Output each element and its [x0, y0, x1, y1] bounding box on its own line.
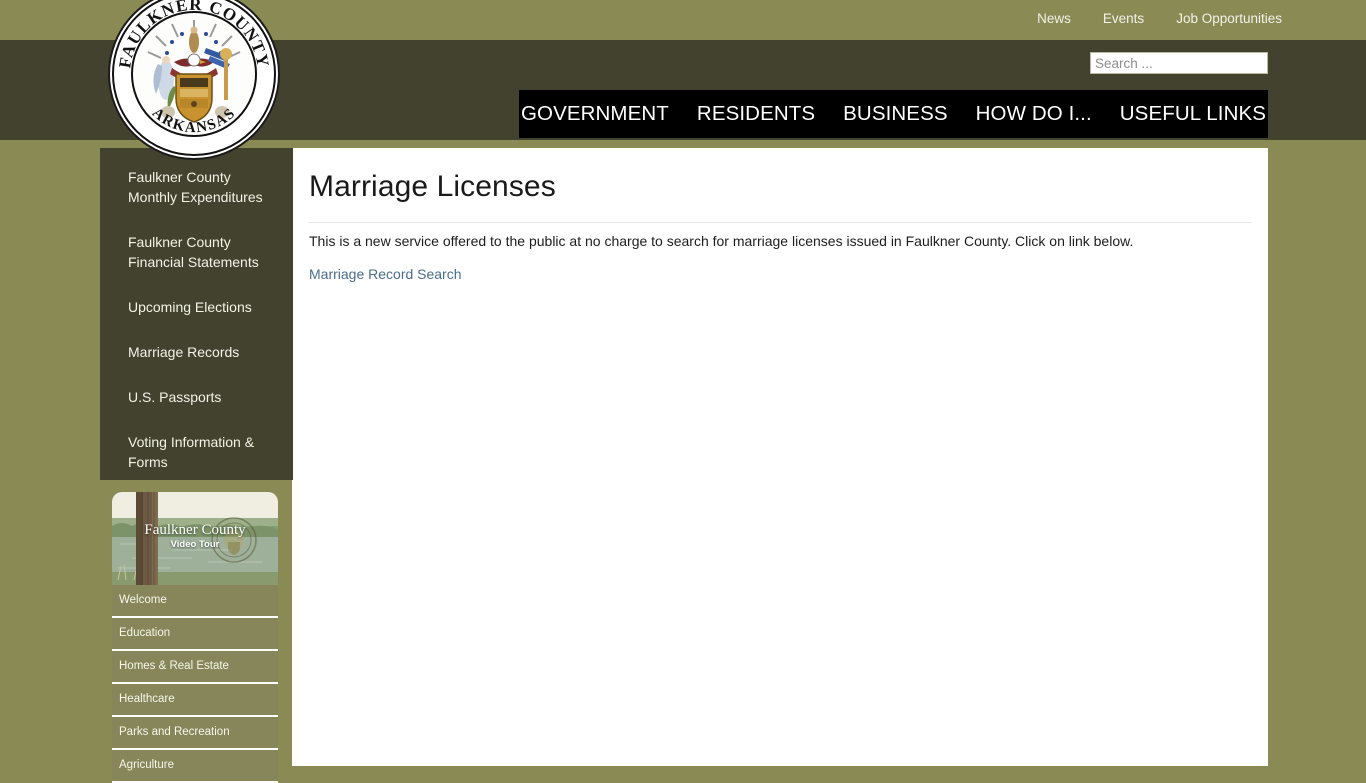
sidebar-link-us-passports[interactable]: U.S. Passports	[100, 382, 293, 412]
sidebar-link-upcoming-elections[interactable]: Upcoming Elections	[100, 292, 293, 322]
video-tour-link-parks-recreation[interactable]: Parks and Recreation	[112, 717, 278, 748]
county-seal-icon: FAULKNER COUNTY ARKANSAS	[111, 0, 277, 157]
sidebar-item-voting-information[interactable]: Voting Information & Forms	[100, 427, 293, 477]
video-tour-item-homes-real-estate[interactable]: Homes & Real Estate	[112, 651, 278, 684]
nav-item-business[interactable]: BUSINESS	[829, 102, 961, 126]
video-tour-link-agriculture[interactable]: Agriculture	[112, 750, 278, 781]
video-tour-link-welcome[interactable]: Welcome	[112, 585, 278, 616]
video-tour-list: Welcome Education Homes & Real Estate He…	[112, 585, 278, 783]
sidebar-item-us-passports[interactable]: U.S. Passports	[100, 382, 293, 412]
nav-item-government[interactable]: GOVERNMENT	[507, 102, 683, 126]
video-tour-widget: Faulkner County Video Tour Welcome Educa…	[112, 492, 278, 783]
search-box	[1090, 52, 1268, 74]
video-tour-item-healthcare[interactable]: Healthcare	[112, 684, 278, 717]
main-navigation: GOVERNMENT RESIDENTS BUSINESS HOW DO I..…	[519, 90, 1268, 138]
video-tour-banner-title: Faulkner County	[144, 522, 246, 538]
video-tour-item-parks-recreation[interactable]: Parks and Recreation	[112, 717, 278, 750]
sidebar-item-marriage-records[interactable]: Marriage Records	[100, 337, 293, 367]
page-title: Marriage Licenses	[309, 170, 556, 203]
sidebar-item-monthly-expenditures[interactable]: Faulkner County Monthly Expenditures	[100, 162, 293, 212]
video-tour-item-agriculture[interactable]: Agriculture	[112, 750, 278, 783]
video-tour-link-healthcare[interactable]: Healthcare	[112, 684, 278, 715]
video-tour-link-education[interactable]: Education	[112, 618, 278, 649]
topbar-link-news[interactable]: News	[1037, 11, 1071, 26]
sidebar-menu: Faulkner County Monthly Expenditures Fau…	[100, 148, 293, 477]
video-tour-link-homes-real-estate[interactable]: Homes & Real Estate	[112, 651, 278, 682]
sidebar-link-marriage-records[interactable]: Marriage Records	[100, 337, 293, 367]
topbar-link-events[interactable]: Events	[1103, 11, 1144, 26]
video-tour-item-education[interactable]: Education	[112, 618, 278, 651]
intro-paragraph: This is a new service offered to the pub…	[309, 233, 1134, 249]
sidebar-link-financial-statements[interactable]: Faulkner County Financial Statements	[100, 227, 293, 277]
sidebar-item-upcoming-elections[interactable]: Upcoming Elections	[100, 292, 293, 322]
topbar-link-job-opportunities[interactable]: Job Opportunities	[1176, 11, 1282, 26]
video-tour-item-welcome[interactable]: Welcome	[112, 585, 278, 618]
top-utility-links: News Events Job Opportunities	[1037, 11, 1282, 26]
sidebar-item-financial-statements[interactable]: Faulkner County Financial Statements	[100, 227, 293, 277]
marriage-record-search-link[interactable]: Marriage Record Search	[309, 266, 462, 282]
video-tour-banner[interactable]: Faulkner County Video Tour	[112, 492, 278, 585]
sidebar-link-voting-information[interactable]: Voting Information & Forms	[100, 427, 293, 477]
search-input[interactable]	[1090, 52, 1268, 74]
video-tour-banner-subtitle: Video Tour	[170, 539, 220, 550]
nav-item-useful-links[interactable]: USEFUL LINKS	[1106, 102, 1280, 126]
nav-item-residents[interactable]: RESIDENTS	[683, 102, 829, 126]
sidebar: Faulkner County Monthly Expenditures Fau…	[100, 148, 293, 480]
main-content: Marriage Licenses This is a new service …	[292, 148, 1268, 766]
nav-item-how-do-i[interactable]: HOW DO I...	[962, 102, 1106, 126]
sidebar-link-monthly-expenditures[interactable]: Faulkner County Monthly Expenditures	[100, 162, 293, 212]
